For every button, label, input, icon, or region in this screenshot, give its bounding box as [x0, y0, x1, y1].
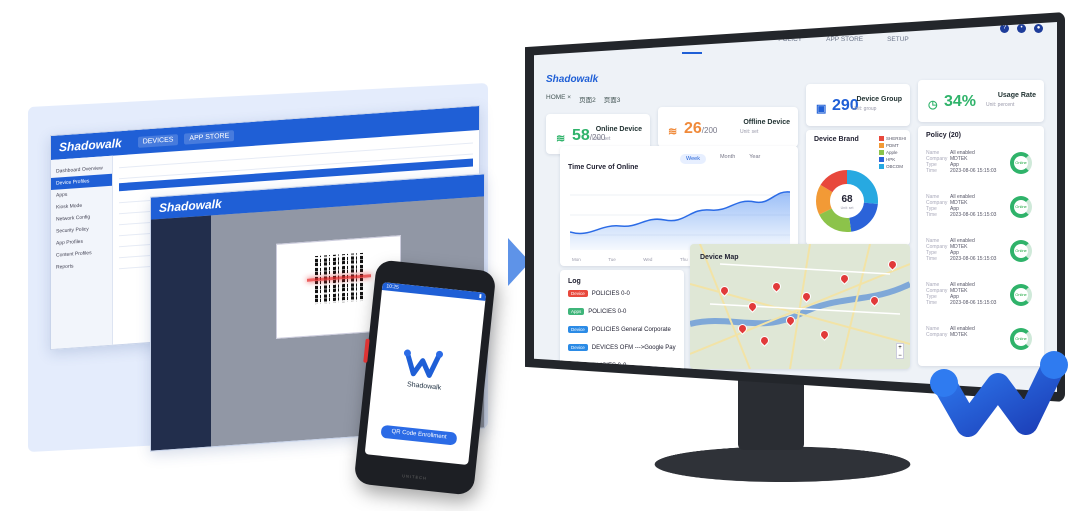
qr-enrollment-button[interactable]: QR Code Enrollment — [380, 424, 458, 446]
legend-item: PDMT — [878, 143, 906, 148]
stat-label: Offline Device — [743, 119, 790, 126]
stat-label: Usage Rate — [997, 92, 1036, 99]
device-map[interactable]: Device Map + − — [690, 244, 910, 369]
user-icon[interactable]: ● — [1034, 24, 1043, 33]
status-ring: Online — [1010, 196, 1032, 218]
stage: Shadowalk DEVICES APP STORE Dashboard Ov… — [0, 0, 1089, 511]
legend-item: HPK — [878, 157, 906, 162]
donut-center-value: 68 — [841, 194, 853, 205]
window-brand: Shadowalk — [159, 196, 222, 216]
shadowalk-w-logo-icon — [930, 351, 1068, 437]
shadowalk-logo-icon — [403, 349, 443, 378]
stat-unit: Unit: group — [852, 106, 877, 112]
header-icons: ? • ● — [1000, 24, 1043, 33]
stat-value: 26/200 — [684, 120, 718, 137]
stat-unit: Unit: percent — [986, 102, 1015, 108]
map-zoom-control[interactable]: + − — [896, 343, 904, 359]
policy-item[interactable]: Name All enabled Company MDTEK Type App Tim… — [926, 150, 1036, 174]
status-ring: Online — [1010, 152, 1032, 174]
log-entry[interactable]: Device DEVICES OFM --->Google Pay — [568, 344, 678, 351]
segment-year[interactable]: Year — [749, 154, 760, 164]
policy-card: Policy (20) Name All enabled Company MDTEK… — [918, 126, 1044, 366]
stat-unit: Unit: set — [740, 129, 759, 135]
wifi-icon: ≋ — [556, 133, 566, 145]
tab-page2[interactable]: 页面2 — [579, 94, 596, 104]
log-entry[interactable]: Device POLICIES 0-0 — [568, 290, 678, 297]
nav-setup[interactable]: SETUP — [887, 36, 909, 54]
handheld-device: 10:25 ▮ Shadowalk QR Code Enrollment UNI… — [353, 259, 497, 496]
stat-label: Online Device — [595, 126, 642, 133]
card-title: Policy (20) — [926, 132, 962, 139]
group-icon: ▣ — [816, 103, 827, 115]
card-title: Log — [568, 278, 581, 285]
phone-status-bar: 10:25 ▮ — [381, 282, 487, 301]
policy-item[interactable]: Name All enabled Company MDTEK Type App Tim… — [926, 282, 1036, 306]
card-title: Time Curve of Online — [568, 164, 639, 171]
segment-month[interactable]: Month — [720, 154, 735, 164]
tab-devices[interactable]: DEVICES — [137, 133, 179, 148]
legend-item: SHERSHI — [878, 136, 906, 141]
stat-card-group[interactable]: ▣ 290 Device Group Unit: group — [806, 84, 910, 126]
wifi-off-icon: ≋ — [668, 126, 678, 138]
legend-item: Apple — [878, 150, 906, 155]
stat-card-usage[interactable]: ◷ 34% Usage Rate Unit: percent — [918, 80, 1044, 122]
nav-app-store[interactable]: APP STORE — [826, 36, 863, 54]
log-entry[interactable]: AppsPOLICIES 0-0 — [568, 308, 678, 315]
stat-label: Device Group — [856, 96, 902, 103]
card-title: Device Brand — [814, 136, 859, 143]
battery-icon: ▮ — [478, 293, 483, 300]
map-title: Device Map — [700, 254, 739, 261]
monitor-stand-base — [644, 446, 921, 483]
tab-page3[interactable]: 页面3 — [604, 94, 621, 104]
legend-item: OBCOM — [878, 164, 906, 169]
stat-unit: Unit: set — [592, 136, 611, 142]
period-segmented: Week Month Year — [680, 154, 760, 164]
clock-icon: ◷ — [928, 99, 938, 111]
x-tick: Mon — [572, 257, 581, 262]
page-tabs: HOME × 页面2 页面3 — [546, 94, 620, 104]
policy-item[interactable]: Name All enabled Company MDTEK Online — [926, 326, 1036, 350]
status-ring: Online — [1010, 240, 1032, 262]
phone-footer-brand: UNITECH — [401, 473, 428, 481]
x-tick: Wed — [643, 257, 653, 262]
dashboard-screen: ? • ● HOME DEVICES POLICY APP STORE SETU… — [534, 22, 1057, 392]
dashboard-brand: Shadowalk — [546, 74, 599, 85]
online-area-chart — [570, 191, 790, 250]
policy-item[interactable]: Name All enabled Company MDTEK Type App Tim… — [926, 238, 1036, 262]
tab-home[interactable]: HOME × — [546, 94, 571, 104]
log-entry[interactable]: Device POLICIES General Corporate — [568, 326, 678, 333]
phone-screen: 10:25 ▮ Shadowalk QR Code Enrollment — [364, 282, 487, 465]
map-roads — [690, 244, 910, 369]
stat-value: 34% — [944, 93, 977, 110]
window-brand: Shadowalk — [59, 136, 122, 155]
window-sidebar: Dashboard Overview Device Profiles Apps … — [51, 155, 113, 349]
brand-legend: SHERSHI PDMT Apple HPK OBCOM — [878, 136, 906, 171]
x-tick: Thu — [679, 257, 688, 262]
status-ring: Online — [1010, 284, 1032, 306]
donut-center-unit: Unit: set — [840, 206, 854, 210]
x-tick: Tue — [608, 257, 616, 262]
stat-card-offline[interactable]: ≋ 26/200 Offline Device Unit: set — [658, 107, 798, 147]
policy-item[interactable]: Name All enabled Company MDTEK Type App Tim… — [926, 194, 1036, 218]
segment-week[interactable]: Week — [680, 154, 706, 164]
status-time: 10:25 — [385, 283, 400, 291]
bell-icon[interactable]: • — [1017, 24, 1026, 33]
tab-app-store[interactable]: APP STORE — [184, 129, 235, 145]
device-brand-card: Device Brand SHERSHI PDMT Apple HPK OBCO… — [806, 130, 910, 245]
